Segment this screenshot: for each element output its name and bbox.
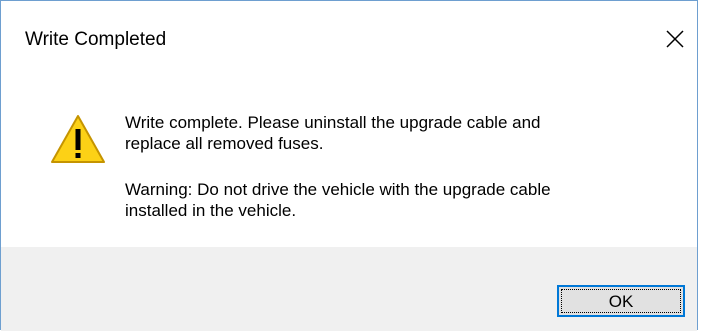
message-dialog: Write Completed Write complete. Please u…	[0, 0, 698, 331]
ok-button[interactable]: OK	[557, 285, 685, 317]
window-title: Write Completed	[25, 29, 167, 50]
message-area: Write complete. Please uninstall the upg…	[1, 63, 697, 247]
message-line-1: Write complete. Please uninstall the upg…	[125, 113, 541, 153]
ok-button-label: OK	[608, 292, 634, 311]
message-line-2: Warning: Do not drive the vehicle with t…	[125, 180, 551, 220]
close-button[interactable]	[653, 19, 697, 59]
title-bar[interactable]: Write Completed	[1, 1, 697, 63]
warning-icon	[51, 115, 105, 163]
close-icon	[666, 30, 684, 48]
button-bar: OK	[1, 247, 697, 331]
